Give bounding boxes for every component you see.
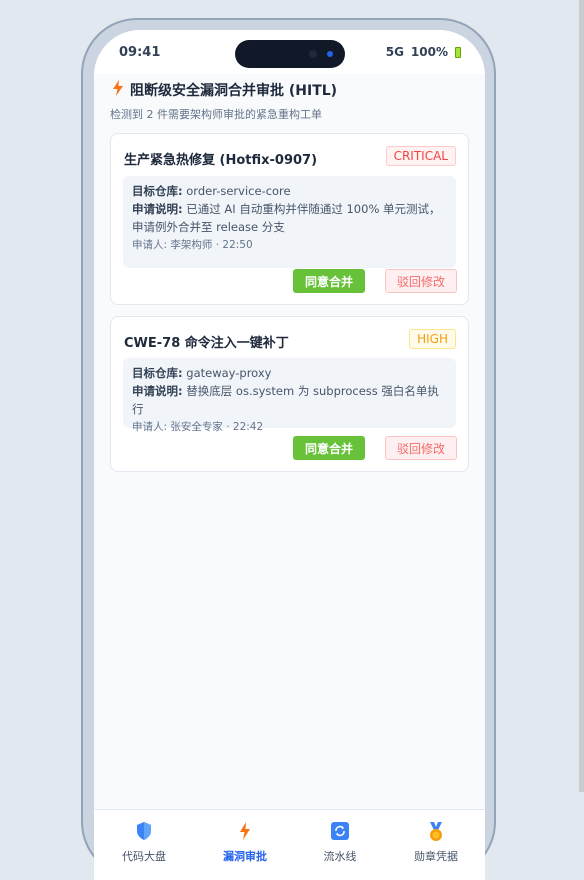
requester-meta: 申请人: 李架构师 · 22:50 [132,239,253,251]
tab-label: 代码大盘 [122,850,166,863]
repo-label: 目标仓库: [132,366,183,380]
status-time: 09:41 [119,45,161,60]
tab-vuln-approval[interactable]: 漏洞审批 [205,822,285,864]
desc-row: 申请说明: 替换底层 os.system 为 subprocess 强白名单执行 [132,382,447,418]
severity-badge: HIGH [409,329,456,349]
approve-merge-button[interactable]: 同意合并 [293,436,365,460]
approve-merge-button[interactable]: 同意合并 [293,269,365,293]
card-title: 生产紧急热修复 (Hotfix-0907) [124,153,318,168]
refresh-icon [300,822,380,842]
desc-label: 申请说明: [132,384,183,398]
lightning-icon [112,80,124,100]
phone-frame: 09:41 5G 100% 阻断级安全漏洞合并审批 (HITL) 检测到 2 件… [81,18,496,880]
card-details: 目标仓库: order-service-core 申请说明: 已通过 AI 自动… [123,176,456,268]
bottom-tab-bar: 代码大盘 漏洞审批 流水线 勋章凭据 [94,809,485,880]
requester-meta: 申请人: 张安全专家 · 22:42 [132,421,264,433]
tab-label: 流水线 [323,850,357,863]
network-label: 5G [385,45,404,59]
reject-button[interactable]: 驳回修改 [385,436,457,460]
tab-code-dashboard[interactable]: 代码大盘 [104,822,184,864]
severity-badge: CRITICAL [385,146,456,166]
lightning-icon [205,822,285,842]
page-heading: 阻断级安全漏洞合并审批 (HITL) [112,80,337,100]
page-title: 阻断级安全漏洞合并审批 (HITL) [130,83,338,99]
desc-row: 申请说明: 已通过 AI 自动重构并伴随通过 100% 单元测试，申请例外合并至… [132,200,447,236]
approval-card: CWE-78 命令注入一键补丁 HIGH 目标仓库: gateway-proxy… [110,316,469,472]
dynamic-island [235,40,345,68]
indicator-dot-icon [327,51,333,57]
shield-icon [104,822,184,842]
status-indicators: 5G 100% [386,45,461,59]
desc-label: 申请说明: [132,202,183,216]
camera-icon [309,50,317,58]
status-bar: 09:41 5G 100% [94,30,485,74]
card-title: CWE-78 命令注入一键补丁 [124,336,289,351]
medal-icon [396,822,476,842]
repo-value: gateway-proxy [186,366,272,380]
tab-pipeline[interactable]: 流水线 [300,822,380,864]
tab-label: 勋章凭据 [414,850,458,863]
approval-card: 生产紧急热修复 (Hotfix-0907) CRITICAL 目标仓库: ord… [110,133,469,305]
page-subtitle: 检测到 2 件需要架构师审批的紧急重构工单 [110,108,322,121]
battery-icon [455,46,461,58]
phone-screen: 09:41 5G 100% 阻断级安全漏洞合并审批 (HITL) 检测到 2 件… [94,30,485,880]
reject-button[interactable]: 驳回修改 [385,269,457,293]
repo-value: order-service-core [186,184,291,198]
tab-label: 漏洞审批 [223,850,267,863]
repo-row: 目标仓库: gateway-proxy [132,364,447,382]
card-details: 目标仓库: gateway-proxy 申请说明: 替换底层 os.system… [123,358,456,433]
repo-row: 目标仓库: order-service-core [132,182,447,200]
battery-label: 100% [410,45,448,59]
page-scrollbar[interactable] [579,0,584,792]
repo-label: 目标仓库: [132,184,183,198]
tab-medals[interactable]: 勋章凭据 [396,822,476,864]
